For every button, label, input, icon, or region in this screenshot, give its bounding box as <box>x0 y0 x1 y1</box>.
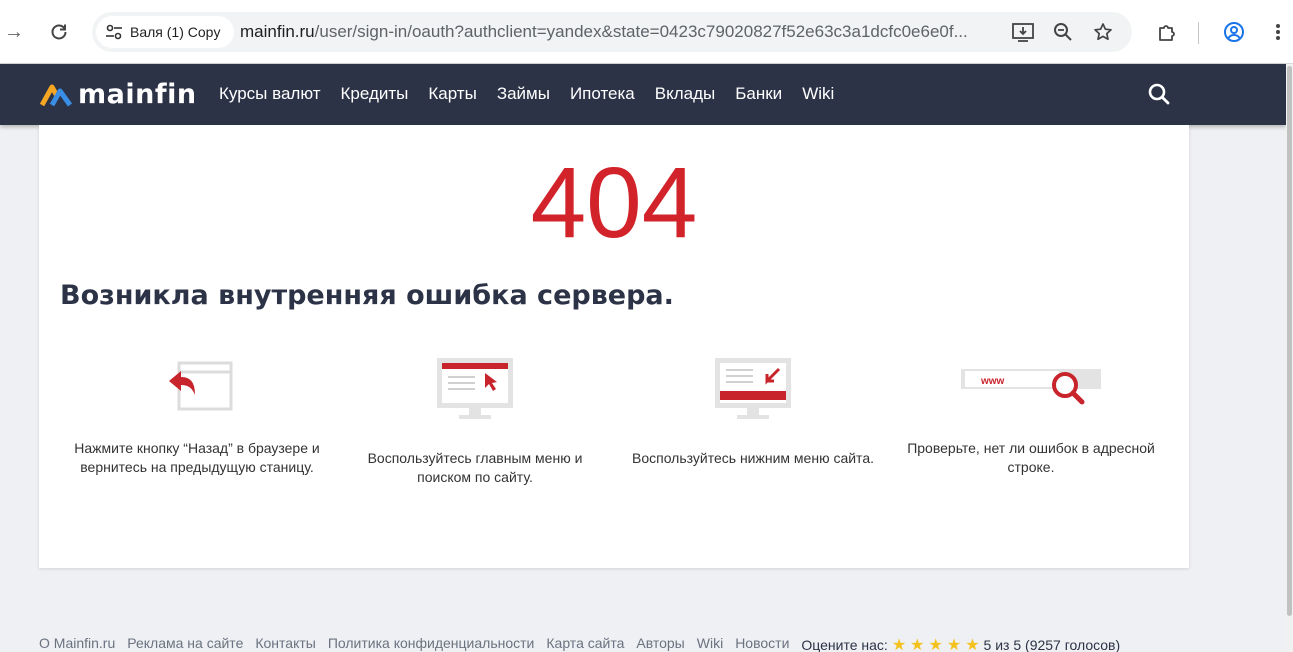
star-icon[interactable]: ★ <box>929 635 943 652</box>
footer-link-wiki[interactable]: Wiki <box>697 635 723 652</box>
nav-item-currency[interactable]: Курсы валют <box>219 84 321 104</box>
tip-text: Воспользуйтесь нижним меню сайта. <box>631 450 874 466</box>
site-footer: О Mainfin.ru Реклама на сайте Контакты П… <box>39 635 1120 652</box>
scrollbar-thumb[interactable] <box>1287 66 1292 616</box>
site-logo[interactable]: mainfin <box>40 79 197 110</box>
nav-item-deposits[interactable]: Вклады <box>655 84 715 104</box>
nav-item-banks[interactable]: Банки <box>735 84 782 104</box>
tip-main-menu: Воспользуйтесь главным меню и поиском по… <box>340 355 610 487</box>
monitor-footer-icon <box>715 358 791 419</box>
site-header: mainfin Курсы валют Кредиты Карты Займы … <box>0 64 1286 125</box>
tip-footer-menu: Воспользуйтесь нижним меню сайта. <box>618 355 888 468</box>
tip-text: Проверьте, нет ли ошибок в адресной стро… <box>907 440 1155 475</box>
zoom-icon[interactable] <box>1051 20 1075 44</box>
error-card: 404 Возникла внутренняя ошибка сервера. … <box>39 125 1189 568</box>
nav-item-wiki[interactable]: Wiki <box>802 84 834 104</box>
tip-address: www Проверьте, нет ли ошибок в адресной … <box>896 355 1166 477</box>
url-text[interactable]: mainfin.ru/user/sign-in/oauth?authclient… <box>240 22 968 42</box>
nav-item-mortgage[interactable]: Ипотека <box>570 84 635 104</box>
footer-link-ads[interactable]: Реклама на сайте <box>127 635 243 652</box>
tab-group-chip[interactable]: Валя (1) Copy <box>96 16 235 48</box>
footer-link-news[interactable]: Новости <box>735 635 789 652</box>
back-arrow-icon <box>169 361 233 411</box>
rating-widget: Оцените нас: ★ ★ ★ ★ ★ 5 из 5 (9257 голо… <box>801 635 1120 652</box>
star-icon[interactable]: ★ <box>965 635 979 652</box>
address-bar[interactable]: Валя (1) Copy mainfin.ru/user/sign-in/oa… <box>92 12 1132 52</box>
url-domain: mainfin.ru <box>240 22 315 41</box>
footer-link-about[interactable]: О Mainfin.ru <box>39 635 115 652</box>
logo-text: mainfin <box>78 79 197 110</box>
url-path: /user/sign-in/oauth?authclient=yandex&st… <box>314 22 968 41</box>
tab-chip-label: Валя (1) Copy <box>130 24 221 40</box>
nav-item-loans[interactable]: Займы <box>497 84 550 104</box>
footer-link-authors[interactable]: Авторы <box>636 635 684 652</box>
menu-kebab-icon[interactable] <box>1266 20 1290 44</box>
tip-text: Нажмите кнопку “Назад” в браузере и верн… <box>74 440 320 475</box>
forward-icon[interactable]: → <box>2 20 26 44</box>
tip-back: Нажмите кнопку “Назад” в браузере и верн… <box>62 355 332 477</box>
rating-label: Оцените нас: <box>801 637 888 652</box>
tip-text: Воспользуйтесь главным меню и поиском по… <box>367 450 583 485</box>
footer-link-privacy[interactable]: Политика конфиденциальности <box>328 635 535 652</box>
monitor-menu-icon <box>437 358 513 419</box>
site-settings-icon <box>106 24 122 40</box>
address-search-icon: www <box>961 369 1101 405</box>
nav-item-credits[interactable]: Кредиты <box>341 84 409 104</box>
main-nav: Курсы валют Кредиты Карты Займы Ипотека … <box>219 84 834 104</box>
star-icon[interactable]: ★ <box>910 635 924 652</box>
footer-link-contacts[interactable]: Контакты <box>255 635 315 652</box>
install-app-icon[interactable] <box>1011 20 1035 44</box>
star-icon[interactable]: ★ <box>947 635 961 652</box>
page-scrollbar[interactable] <box>1286 64 1293 652</box>
reload-icon[interactable] <box>47 20 71 44</box>
toolbar-divider <box>1198 22 1199 44</box>
error-code: 404 <box>530 147 698 259</box>
search-icon[interactable] <box>1147 82 1171 106</box>
profile-icon[interactable] <box>1222 20 1246 44</box>
logo-mark-icon <box>40 84 73 106</box>
browser-toolbar: → Валя (1) Copy mainfin.ru/user/sign-in/… <box>0 0 1293 64</box>
nav-item-cards[interactable]: Карты <box>428 84 476 104</box>
star-icon[interactable]: ★ <box>892 635 906 652</box>
bookmark-star-icon[interactable] <box>1091 20 1115 44</box>
www-label: www <box>980 376 1005 387</box>
rating-text: 5 из 5 (9257 голосов) <box>983 637 1121 652</box>
extensions-icon[interactable] <box>1155 20 1179 44</box>
error-message: Возникла внутренняя ошибка сервера. <box>60 280 674 311</box>
footer-link-sitemap[interactable]: Карта сайта <box>546 635 624 652</box>
